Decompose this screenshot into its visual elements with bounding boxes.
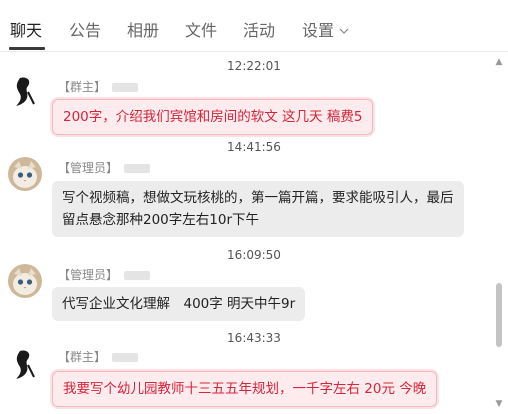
- tab-announcements[interactable]: 公告: [69, 17, 101, 41]
- scrollbar[interactable]: ▲ ▼: [495, 58, 503, 409]
- tab-album[interactable]: 相册: [127, 17, 159, 41]
- sender-name: 【群主】: [58, 348, 139, 365]
- sender-role: 【群主】: [58, 80, 107, 94]
- tab-activities[interactable]: 活动: [243, 17, 275, 41]
- message-bubble[interactable]: 代写企业文化理解 400字 明天中午9r: [52, 287, 306, 321]
- redacted-name: [124, 164, 151, 173]
- redacted-name: [112, 353, 139, 362]
- avatar-group-owner[interactable]: [8, 74, 42, 108]
- message-timestamp: 14:41:56: [227, 140, 281, 154]
- sender-role: 【管理员】: [58, 268, 119, 282]
- avatar-group-owner[interactable]: [8, 347, 42, 381]
- ink-figure-avatar-icon: [8, 74, 42, 108]
- message-timestamp: 12:22:01: [227, 59, 281, 73]
- chat-message-list[interactable]: 12:22:01 【群主】 200字，介绍我们宾馆和房间的软文 这几天 稿费5 …: [0, 52, 508, 414]
- sender-role: 【管理员】: [58, 161, 119, 175]
- avatar-admin[interactable]: [8, 264, 42, 298]
- tab-chat[interactable]: 聊天: [10, 17, 42, 41]
- cat-avatar-icon: [8, 157, 42, 191]
- active-tab-indicator: [9, 47, 45, 50]
- message-bubble[interactable]: 写个视频稿，想做文玩核桃的，第一篇开篇，要求能吸引人，最后留点悬念那种200字左…: [52, 181, 464, 237]
- avatar-admin[interactable]: [8, 157, 42, 191]
- tab-files[interactable]: 文件: [185, 17, 217, 41]
- tab-bar: 聊天 公告 相册 文件 活动 设置: [0, 0, 508, 52]
- sender-name: 【管理员】: [58, 266, 151, 283]
- message-timestamp: 16:43:33: [227, 331, 281, 345]
- tab-settings[interactable]: 设置: [302, 17, 349, 41]
- scroll-down-icon[interactable]: ▼: [495, 400, 503, 409]
- scrollbar-thumb[interactable]: [496, 283, 502, 347]
- message-timestamp: 16:09:50: [227, 248, 281, 262]
- sender-name: 【群主】: [58, 78, 139, 95]
- cat-avatar-icon: [8, 264, 42, 298]
- sender-name: 【管理员】: [58, 159, 151, 176]
- tab-settings-label: 设置: [302, 21, 335, 40]
- chevron-down-icon: [339, 19, 349, 38]
- message-bubble[interactable]: 我要写个幼儿园教师十三五五年规划，一千字左右 20元 今晚: [52, 371, 438, 407]
- redacted-name: [124, 271, 151, 280]
- message-bubble[interactable]: 200字，介绍我们宾馆和房间的软文 这几天 稿费5: [52, 99, 374, 135]
- scroll-up-icon[interactable]: ▲: [495, 58, 503, 67]
- sender-role: 【群主】: [58, 350, 107, 364]
- ink-figure-avatar-icon: [8, 347, 42, 381]
- redacted-name: [112, 83, 139, 92]
